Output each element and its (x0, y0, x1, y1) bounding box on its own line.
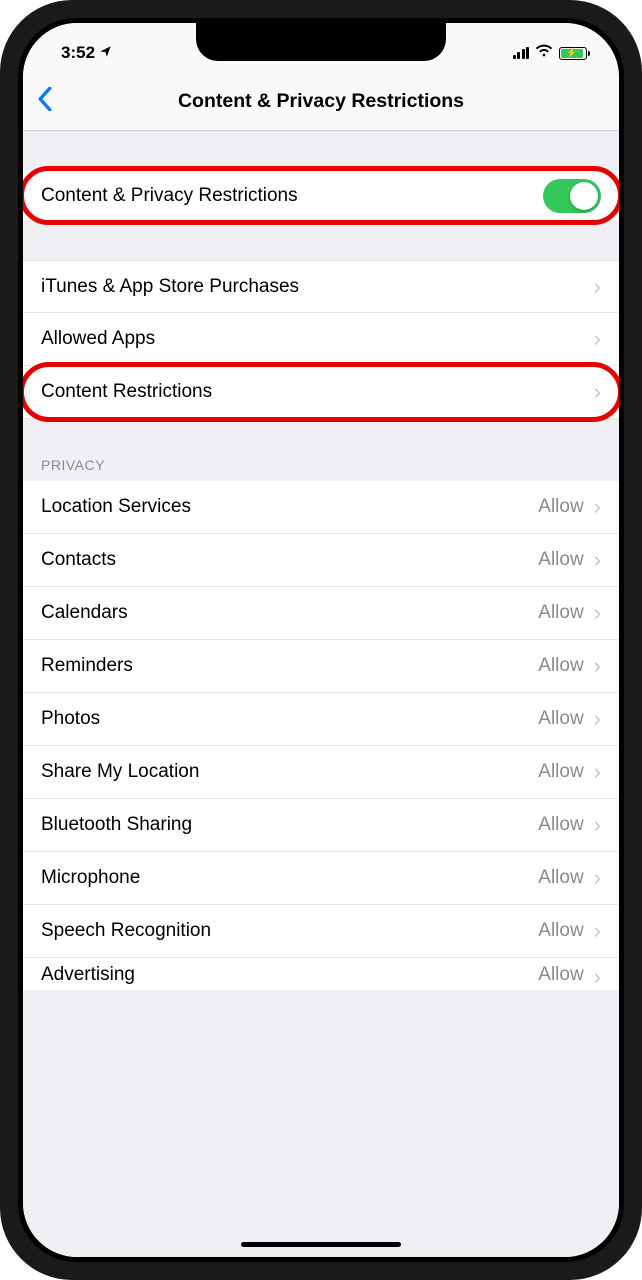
row-label: Content Restrictions (41, 381, 594, 403)
chevron-right-icon: › (594, 379, 601, 405)
row-value: Allow (538, 814, 583, 836)
chevron-right-icon: › (594, 494, 601, 520)
row-speech-recognition[interactable]: Speech Recognition Allow › (23, 905, 619, 958)
group-main-toggle: Content & Privacy Restrictions (23, 169, 619, 222)
status-right: ⚡ (513, 44, 588, 62)
row-label: Contacts (41, 549, 538, 571)
row-share-my-location[interactable]: Share My Location Allow › (23, 746, 619, 799)
group-store: iTunes & App Store Purchases › Allowed A… (23, 260, 619, 419)
content-privacy-toggle[interactable] (543, 179, 601, 213)
row-content-restrictions[interactable]: Content Restrictions › (23, 366, 619, 419)
chevron-right-icon: › (594, 274, 601, 300)
volume-up-button (0, 250, 1, 320)
row-value: Allow (538, 761, 583, 783)
chevron-right-icon: › (594, 600, 601, 626)
row-label: Bluetooth Sharing (41, 814, 538, 836)
row-label: Microphone (41, 867, 538, 889)
chevron-right-icon: › (594, 865, 601, 891)
row-value: Allow (538, 708, 583, 730)
chevron-right-icon: › (594, 326, 601, 352)
settings-list[interactable]: Content & Privacy Restrictions iTunes & … (23, 131, 619, 1257)
charging-bolt-icon: ⚡ (566, 47, 577, 58)
chevron-right-icon: › (594, 653, 601, 679)
row-label: Calendars (41, 602, 538, 624)
row-itunes-appstore[interactable]: iTunes & App Store Purchases › (23, 260, 619, 313)
location-arrow-icon (99, 45, 112, 61)
group-header-privacy: PRIVACY (23, 449, 619, 481)
row-allowed-apps[interactable]: Allowed Apps › (23, 313, 619, 366)
battery-icon: ⚡ (559, 47, 587, 60)
row-value: Allow (538, 655, 583, 677)
status-left: 3:52 (61, 43, 112, 63)
row-photos[interactable]: Photos Allow › (23, 693, 619, 746)
screen: 3:52 ⚡ (23, 23, 619, 1257)
row-content-privacy-restrictions-toggle[interactable]: Content & Privacy Restrictions (23, 169, 619, 222)
notch (196, 23, 446, 61)
group-privacy: PRIVACY Location Services Allow › Contac… (23, 449, 619, 990)
row-value: Allow (538, 549, 583, 571)
row-calendars[interactable]: Calendars Allow › (23, 587, 619, 640)
wifi-icon (535, 44, 553, 62)
row-microphone[interactable]: Microphone Allow › (23, 852, 619, 905)
row-reminders[interactable]: Reminders Allow › (23, 640, 619, 693)
status-time: 3:52 (61, 43, 95, 63)
nav-bar: Content & Privacy Restrictions (23, 73, 619, 131)
row-label: Reminders (41, 655, 538, 677)
chevron-right-icon: › (594, 706, 601, 732)
row-label: Photos (41, 708, 538, 730)
chevron-right-icon: › (594, 918, 601, 944)
row-location-services[interactable]: Location Services Allow › (23, 481, 619, 534)
chevron-right-icon: › (594, 812, 601, 838)
row-value: Allow (538, 964, 583, 986)
row-value: Allow (538, 496, 583, 518)
back-button[interactable] (37, 87, 53, 117)
device-frame: 3:52 ⚡ (0, 0, 642, 1280)
row-label: Location Services (41, 496, 538, 518)
chevron-right-icon: › (594, 964, 601, 990)
chevron-right-icon: › (594, 547, 601, 573)
home-indicator[interactable] (241, 1242, 401, 1247)
volume-down-button (0, 340, 1, 410)
page-title: Content & Privacy Restrictions (23, 90, 619, 113)
row-label: Content & Privacy Restrictions (41, 185, 543, 207)
silent-switch (0, 175, 1, 213)
row-label: Allowed Apps (41, 328, 594, 350)
row-label: Advertising (41, 964, 538, 986)
row-advertising[interactable]: Advertising Allow › (23, 958, 619, 990)
row-value: Allow (538, 920, 583, 942)
row-label: iTunes & App Store Purchases (41, 276, 594, 298)
row-bluetooth-sharing[interactable]: Bluetooth Sharing Allow › (23, 799, 619, 852)
row-label: Speech Recognition (41, 920, 538, 942)
chevron-right-icon: › (594, 759, 601, 785)
row-contacts[interactable]: Contacts Allow › (23, 534, 619, 587)
row-value: Allow (538, 867, 583, 889)
device-bezel: 3:52 ⚡ (18, 18, 624, 1262)
cellular-icon (513, 47, 530, 59)
row-label: Share My Location (41, 761, 538, 783)
row-value: Allow (538, 602, 583, 624)
